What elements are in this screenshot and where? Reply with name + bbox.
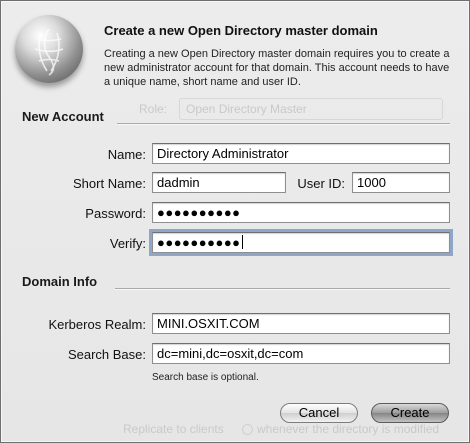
password-label: Password: — [85, 206, 146, 221]
name-field[interactable]: Directory Administrator — [152, 143, 450, 164]
create-button[interactable]: Create — [371, 403, 449, 423]
verify-field[interactable]: ●●●●●●●●●● — [149, 229, 453, 256]
new-account-heading: New Account — [22, 109, 104, 124]
user-id-field[interactable]: 1000 — [352, 172, 450, 193]
cancel-button[interactable]: Cancel — [280, 403, 358, 423]
short-name-field[interactable]: dadmin — [152, 172, 286, 193]
password-field[interactable]: ●●●●●●●●●● — [152, 202, 450, 223]
kerberos-realm-label: Kerberos Realm: — [48, 317, 146, 332]
directory-globe-icon — [15, 15, 83, 83]
search-base-note: Search base is optional. — [152, 372, 259, 383]
verify-field-value: ●●●●●●●●●● — [157, 235, 241, 250]
background-role-label: Role: — [139, 102, 168, 116]
short-name-label: Short Name: — [73, 176, 146, 191]
background-footer-text-2: whenever the directory is modified — [257, 422, 440, 436]
dialog-description: Creating a new Open Directory master dom… — [104, 48, 450, 88]
kerberos-realm-field[interactable]: MINI.OSXIT.COM — [152, 313, 450, 334]
background-footer-text: Replicate to clients — [123, 422, 224, 436]
text-caret — [241, 235, 243, 249]
name-label: Name: — [107, 147, 146, 162]
search-base-field[interactable]: dc=mini,dc=osxit,dc=com — [152, 343, 450, 364]
dialog-title: Create a new Open Directory master domai… — [104, 23, 378, 38]
search-base-label: Search Base: — [67, 347, 146, 362]
domain-info-divider — [115, 288, 450, 290]
verify-label: Verify: — [109, 236, 146, 251]
background-radio-icon — [242, 424, 253, 435]
background-role-value: Open Directory Master — [186, 102, 307, 116]
domain-info-heading: Domain Info — [22, 274, 98, 289]
user-id-label: User ID: — [297, 176, 345, 191]
new-account-divider — [117, 123, 450, 125]
create-od-master-sheet: Role: Open Directory Master Replicate to… — [0, 0, 470, 443]
